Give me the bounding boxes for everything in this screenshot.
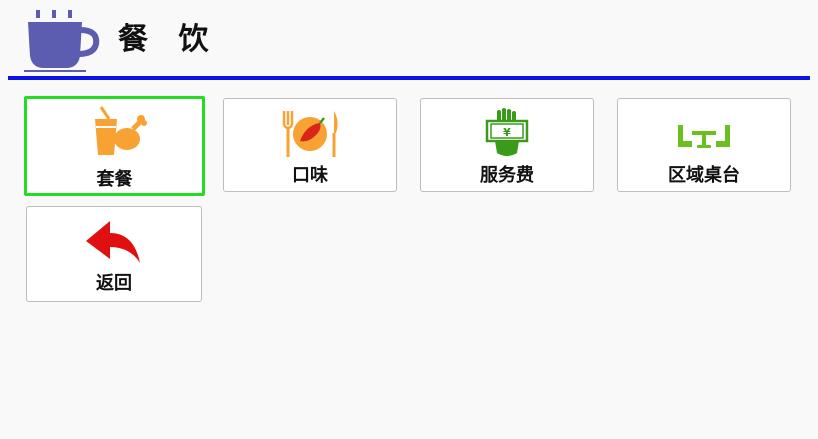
- table-and-chairs-icon: [672, 107, 736, 159]
- tile-label: 口味: [292, 165, 328, 186]
- tile-label: 区域桌台: [668, 165, 740, 186]
- tile-combo-meal[interactable]: 套餐: [24, 96, 205, 196]
- svg-text:¥: ¥: [503, 126, 511, 139]
- tile-service-fee[interactable]: ¥ 服务费: [420, 98, 594, 192]
- tile-label: 服务费: [480, 165, 534, 186]
- drink-and-chicken-leg-icon: [83, 105, 147, 157]
- back-arrow-icon: [82, 215, 146, 267]
- plate-fork-knife-pepper-icon: [278, 107, 342, 159]
- app-header: 餐 饮: [0, 0, 818, 76]
- coffee-cup-icon: [22, 8, 100, 72]
- tile-area-table[interactable]: 区域桌台: [617, 98, 791, 192]
- tile-label: 套餐: [96, 169, 133, 190]
- header-divider: [8, 76, 810, 80]
- page-title: 餐 饮: [118, 22, 219, 57]
- back-button[interactable]: 返回: [26, 206, 202, 302]
- tile-flavor[interactable]: 口味: [223, 98, 397, 192]
- tile-label: 返回: [96, 273, 132, 294]
- money-hand-icon: ¥: [475, 107, 539, 159]
